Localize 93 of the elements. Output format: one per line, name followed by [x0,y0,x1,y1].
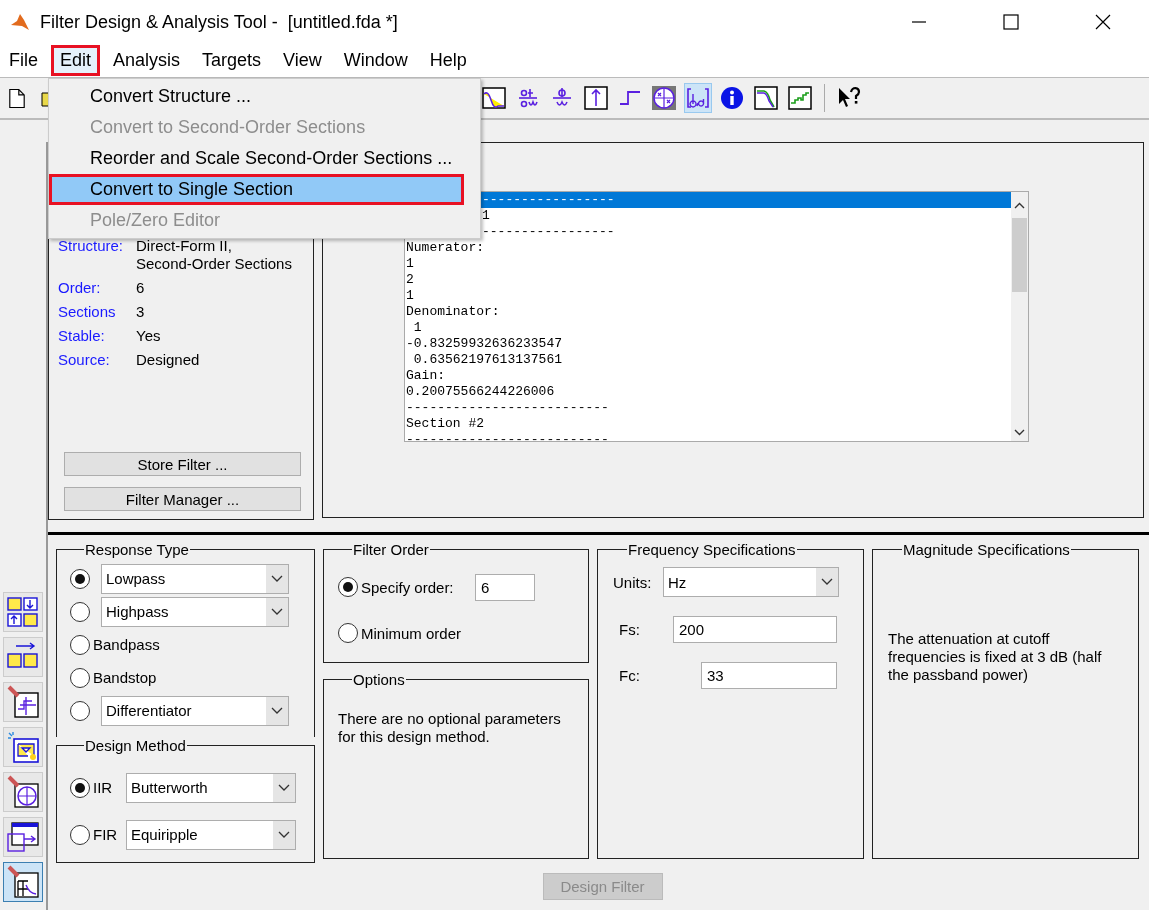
app-logo-icon [10,12,30,32]
radio-label: Minimum order [361,624,463,642]
list-row[interactable]: -------------------------- [405,400,1011,416]
chevron-down-icon [278,830,290,839]
chevron-down-icon [271,706,283,715]
maximize-icon [1003,14,1019,30]
menu-item[interactable]: Targets [193,45,271,76]
options-text: There are no optional parameters for this design method. [338,710,562,746]
menu-item[interactable]: Window [334,45,417,76]
menu-entry[interactable]: Convert to Single Section [49,174,464,205]
chevron-down-icon [271,574,283,583]
pencil-chart-icon[interactable] [3,862,43,902]
dropdown[interactable]: Equiripple [126,819,296,850]
input-field[interactable]: 200 [673,616,837,643]
window-title: Filter Design & Analysis Tool - [untitled.fda *] [40,11,398,33]
info-label: Stable: [58,327,106,345]
circle-grid-icon[interactable] [650,83,678,113]
info-value: Designed [136,351,201,369]
group-title: Frequency Specifications [627,541,797,558]
group-title: Design Method [84,737,187,754]
block-grid-icon[interactable] [3,592,43,632]
pencil-plot-icon[interactable] [3,682,43,722]
arrow-boxes-icon[interactable] [3,637,43,677]
radio-label: Specify order: [361,578,455,596]
field-label: Fs: [619,621,641,638]
group-title: Magnitude Specifications [902,541,1071,558]
close-icon [1095,14,1111,30]
magnitude-text: The attenuation at cutoff frequencies is fixed at 3 dB (half the passband power) [888,630,1103,684]
radio-button[interactable] [70,568,90,589]
list-row[interactable]: -------------------------- [405,432,1011,441]
group-title: Filter Order [352,541,430,558]
list-row[interactable]: 2 [405,272,1011,288]
list-row[interactable]: Numerator: [405,240,1011,256]
radio-label: FIR [93,826,119,843]
radio-button[interactable] [338,623,358,643]
group-title: Response Type [84,541,190,558]
info-value: 6 [136,279,146,297]
info-value: Yes [136,327,162,345]
menu-entry[interactable]: Convert Structure ... [49,81,480,112]
coefficients-list[interactable] [404,191,1029,442]
info-value: Direct-Form II, Second-Order Sections [136,237,293,273]
up-arrow-icon[interactable] [582,83,610,113]
menu-entry[interactable]: Reorder and Scale Second-Order Sections ... [49,143,480,174]
info-value: 3 [136,303,146,321]
radio-button[interactable] [70,667,90,688]
menu-item[interactable]: Analysis [104,45,190,76]
info-label: Source: [58,351,111,369]
radio-button[interactable] [70,601,90,622]
list-row[interactable]: 0.63562197613137561 [405,352,1011,368]
panel-button[interactable]: Filter Manager ... [64,487,301,511]
menu-item[interactable]: File [0,45,47,76]
radio-label: Bandstop [93,669,157,686]
panel-button[interactable]: Store Filter ... [64,452,301,476]
radio-label: IIR [93,779,114,796]
dropdown[interactable]: Differentiator [101,695,289,726]
list-row[interactable]: 1 [405,256,1011,272]
dropdown[interactable]: Highpass [101,596,289,627]
chevron-down-icon [278,783,290,792]
radio-label: Bandpass [93,636,160,653]
field-label: Units: [613,573,653,591]
info-label: Sections [58,303,117,321]
radio-button[interactable] [70,700,90,721]
staircase-plot-icon[interactable] [786,83,814,113]
diagram-icon[interactable] [3,727,43,767]
list-row[interactable]: 1 [405,288,1011,304]
list-row[interactable]: -0.83259932636233547 [405,336,1011,352]
minimize-icon [911,21,927,23]
list-row[interactable]: 0.20075566244226006 [405,384,1011,400]
list-row[interactable]: Gain: [405,368,1011,384]
list-row[interactable]: 1 [405,320,1011,336]
coefficients-icon[interactable] [684,83,712,113]
dropdown[interactable]: Lowpass [101,563,289,594]
list-row[interactable]: Denominator: [405,304,1011,320]
info-label: Order: [58,279,102,297]
radio-button[interactable] [70,777,90,798]
field-label: Fc: [619,667,641,684]
input-field[interactable]: 33 [701,662,837,689]
radio-button[interactable] [70,634,90,655]
menu-item[interactable]: View [274,45,331,76]
input-field[interactable]: 6 [475,573,535,601]
radio-button[interactable] [338,577,358,597]
scrollbar[interactable] [1011,192,1028,441]
menu-item[interactable]: Help [420,45,476,76]
group-title: Options [352,671,406,688]
list-row[interactable]: Section #2 [405,416,1011,432]
menu-item[interactable]: Edit [51,45,101,76]
dropdown[interactable]: Hz [663,567,839,597]
chevron-down-icon [821,578,833,586]
chevron-down-icon [271,607,283,616]
curve-plot-icon[interactable] [752,83,780,113]
dropdown[interactable]: Butterworth [126,772,296,803]
info-label: Structure: [58,237,125,256]
radio-button[interactable] [70,824,90,845]
